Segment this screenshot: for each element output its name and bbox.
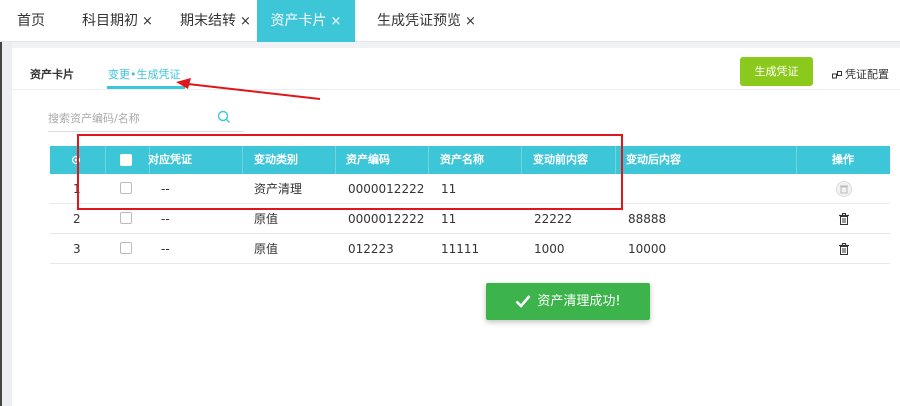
cell-before: 1000 <box>534 242 565 256</box>
annotation-highlight-box <box>77 134 623 210</box>
subtab-active-indicator <box>107 86 185 89</box>
row-checkbox[interactable] <box>120 212 132 224</box>
tab-label: 科目期初 <box>82 13 138 29</box>
cell-asset-name: 11111 <box>441 242 480 256</box>
tab-home[interactable]: 首页 <box>17 0 45 42</box>
tab-asset-card[interactable]: 资产卡片 × <box>257 0 355 42</box>
trash-icon[interactable] <box>838 243 850 255</box>
row-index: 3 <box>73 242 81 256</box>
search-box <box>48 108 244 132</box>
tab-label: 首页 <box>17 13 45 29</box>
tab-voucher-preview[interactable]: 生成凭证预览 × <box>377 0 476 42</box>
success-toast: 资产清理成功! <box>486 283 650 320</box>
search-input[interactable] <box>48 108 208 128</box>
cell-asset-code: 012223 <box>348 242 394 256</box>
cell-voucher: -- <box>161 242 170 256</box>
check-icon <box>515 295 531 308</box>
toast-message: 资产清理成功! <box>537 294 621 309</box>
row-checkbox[interactable] <box>120 242 132 254</box>
voucher-config-button[interactable]: 凭证配置 <box>832 66 889 82</box>
subtab-asset-card[interactable]: 资产卡片 <box>30 66 74 82</box>
tab-period-end[interactable]: 期末结转 × <box>180 0 251 42</box>
generate-voucher-button[interactable]: 生成凭证 <box>740 57 813 86</box>
search-icon[interactable] <box>217 110 231 124</box>
trash-icon <box>836 181 852 197</box>
close-icon[interactable]: × <box>142 14 153 29</box>
cell-after: 10000 <box>628 242 667 256</box>
col-header-after: 变动后内容 <box>626 153 681 166</box>
cell-change-type: 原值 <box>254 242 279 256</box>
table-row[interactable]: 3 -- 原值 012223 11111 1000 10000 <box>50 234 890 264</box>
tab-label: 生成凭证预览 <box>377 13 461 29</box>
voucher-config-label: 凭证配置 <box>845 68 889 81</box>
left-gutter <box>0 42 12 406</box>
close-icon[interactable]: × <box>240 14 251 29</box>
subtab-change-voucher[interactable]: 变更•生成凭证 <box>108 66 181 82</box>
col-header-action: 操作 <box>832 153 854 166</box>
close-icon[interactable]: × <box>465 14 476 29</box>
tab-label: 期末结转 <box>180 13 236 29</box>
tab-label: 资产卡片 <box>270 13 327 29</box>
link-icon <box>832 71 842 79</box>
tab-subject-opening[interactable]: 科目期初 × <box>82 0 153 42</box>
close-icon[interactable]: × <box>331 14 342 29</box>
trash-icon[interactable] <box>838 213 850 225</box>
tab-bar: 首页 科目期初 × 期末结转 × 资产卡片 × 生成凭证预览 × <box>0 0 900 42</box>
cell-after: 88888 <box>628 212 667 226</box>
